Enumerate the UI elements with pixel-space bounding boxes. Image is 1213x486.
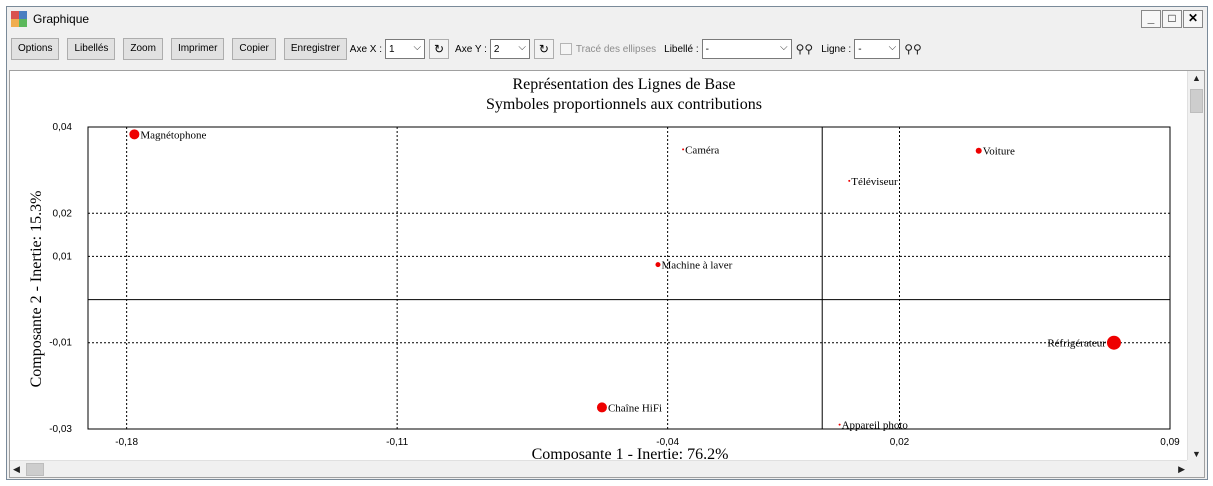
y-tick-label: 0,01 — [53, 251, 73, 262]
y-tick-label: -0,03 — [49, 424, 72, 435]
horizontal-scrollbar[interactable]: ◀ ▶ — [10, 460, 1188, 477]
zoom-button[interactable]: Zoom — [123, 38, 163, 60]
chevron-down-icon: ⌵ — [518, 42, 526, 53]
resize-grip[interactable] — [1187, 460, 1204, 477]
window-controls: _ □ ✕ — [1140, 10, 1203, 28]
y-tick-label: -0,01 — [49, 338, 72, 349]
y-tick-label: 0,02 — [53, 208, 73, 219]
ellipses-label: Tracé des ellipses — [575, 43, 657, 55]
y-axis-label: Composante 2 - Inertie: 15.3% — [28, 191, 45, 388]
chart-layer: -0,18 -0,11 -0,04 0,02 0,09 0,04 0,02 0,01 -0,01… — [49, 122, 1180, 448]
labels-button[interactable]: Libellés — [67, 38, 116, 60]
ligne-select[interactable]: - ⌵ — [854, 39, 901, 59]
minimize-button[interactable]: _ — [1141, 10, 1161, 28]
horizontal-scroll-thumb[interactable] — [26, 463, 44, 476]
close-button[interactable]: ✕ — [1183, 10, 1203, 28]
axis-y-select[interactable]: 2 ⌵ — [489, 39, 530, 59]
toolbar: Options Libellés Zoom Imprimer Copier En… — [7, 33, 1207, 65]
app-icon-tile — [11, 19, 19, 27]
app-icon-tile — [11, 11, 19, 19]
scroll-right-icon[interactable]: ▶ — [1178, 464, 1185, 475]
point-label: Téléviseur — [851, 176, 898, 188]
point-label: Chaîne HiFi — [608, 402, 662, 414]
data-point — [682, 148, 685, 151]
ligne-value: - — [858, 43, 862, 55]
app-icon-tile — [19, 11, 27, 19]
axis-x-value: 1 — [389, 43, 395, 55]
vertical-scroll-thumb[interactable] — [1190, 89, 1203, 113]
libelle-select[interactable]: - ⌵ — [701, 39, 792, 59]
chevron-down-icon: ⌵ — [780, 42, 788, 53]
scatter-chart: Représentation des Lignes de Base Symbol… — [28, 76, 1180, 461]
axis-x-select[interactable]: 1 ⌵ — [385, 39, 426, 59]
scroll-left-icon[interactable]: ◀ — [13, 464, 20, 475]
scroll-up-icon[interactable]: ▲ — [1192, 73, 1201, 83]
maximize-button[interactable]: □ — [1162, 10, 1182, 28]
x-tick-label: -0,11 — [386, 437, 408, 448]
ellipses-checkbox[interactable] — [559, 43, 572, 55]
point-label: Magnétophone — [140, 129, 206, 141]
options-button[interactable]: Options — [11, 38, 60, 60]
graphique-window: Graphique _ □ ✕ Options Libellés Zoom Im… — [6, 6, 1208, 480]
plot-border — [87, 126, 1171, 430]
data-point — [655, 262, 661, 268]
libelle-value: - — [705, 43, 709, 55]
save-button[interactable]: Enregistrer — [283, 38, 347, 60]
x-axis-label: Composante 1 - Inertie: 76.2% — [532, 446, 729, 461]
title-bar: Graphique _ □ ✕ — [7, 7, 1207, 31]
plot-area: Représentation des Lignes de Base Symbol… — [9, 70, 1205, 478]
x-tick-label: -0,18 — [115, 437, 138, 448]
chevron-down-icon: ⌵ — [888, 42, 897, 53]
data-point — [1106, 335, 1121, 350]
axis-y-refresh-icon[interactable]: ↻ — [533, 39, 554, 59]
binoculars-icon[interactable]: ⚲⚲ — [796, 42, 814, 56]
data-point — [975, 147, 982, 154]
app-icon-tile — [19, 19, 27, 27]
axis-y-label: Axe Y : — [455, 43, 487, 55]
x-tick-label: -0,04 — [656, 437, 679, 448]
app-icon — [11, 11, 27, 27]
ligne-label: Ligne : — [821, 43, 852, 55]
chevron-down-icon: ⌵ — [413, 42, 422, 53]
scroll-down-icon[interactable]: ▼ — [1192, 449, 1201, 459]
chart-title: Représentation des Lignes de Base — [512, 76, 735, 93]
binoculars-icon[interactable]: ⚲⚲ — [904, 42, 922, 56]
axis-y-value: 2 — [493, 43, 500, 55]
libelle-label: Libellé : — [664, 43, 699, 55]
print-button[interactable]: Imprimer — [170, 38, 225, 60]
copy-button[interactable]: Copier — [232, 38, 276, 60]
point-label: Voiture — [983, 146, 1015, 158]
data-point — [838, 423, 841, 426]
axis-x-label: Axe X : — [349, 43, 383, 55]
y-tick-label: 0,04 — [53, 122, 73, 133]
point-label: Appareil photo — [842, 420, 909, 432]
data-point — [848, 179, 851, 182]
vertical-scrollbar[interactable]: ▲ ▼ — [1187, 71, 1204, 461]
x-tick-label: 0,02 — [890, 437, 910, 448]
chart-subtitle: Symboles proportionnels aux contribution… — [486, 96, 762, 113]
data-point — [596, 402, 607, 413]
x-tick-label: 0,09 — [1160, 437, 1180, 448]
point-label: Caméra — [685, 144, 719, 156]
point-label: Machine à laver — [661, 260, 732, 272]
window-title: Graphique — [33, 12, 90, 26]
data-point — [129, 129, 140, 140]
point-label: Réfrigérateur — [1047, 338, 1106, 350]
axis-x-refresh-icon[interactable]: ↻ — [429, 39, 450, 59]
